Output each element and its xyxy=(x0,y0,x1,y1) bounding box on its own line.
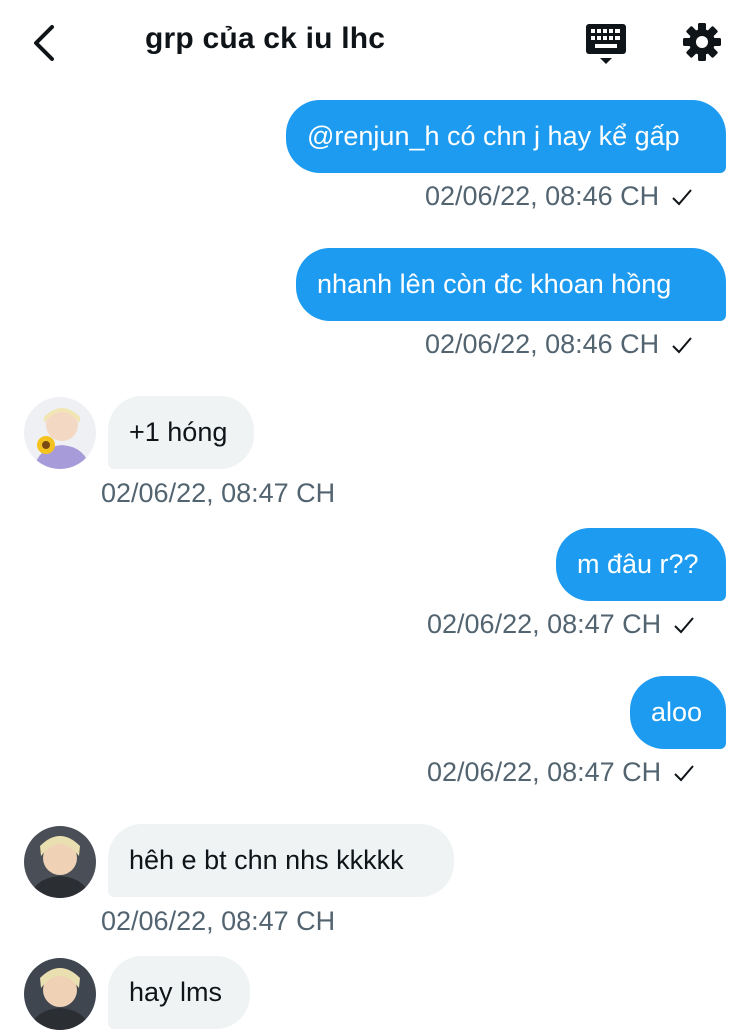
message-meta: 02/06/22, 08:46 CH xyxy=(425,329,693,360)
sender-avatar[interactable] xyxy=(24,958,96,1030)
dm-conversation-screen: grp của ck iu lhc @renjun_h có chn j hay… xyxy=(0,0,750,1033)
sent-check-icon xyxy=(674,616,694,633)
message-timestamp: 02/06/22, 08:47 CH xyxy=(101,906,336,936)
conversation-header: grp của ck iu lhc xyxy=(0,0,750,86)
keyboard-icon xyxy=(586,24,626,64)
keyboard-button[interactable] xyxy=(582,20,630,68)
message-text: nhanh lên còn đc khoan hồng xyxy=(317,269,672,299)
back-button[interactable] xyxy=(22,18,66,68)
message-bubble-outgoing[interactable]: aloo xyxy=(630,676,726,749)
back-arrow-icon xyxy=(34,25,54,61)
message-meta: 02/06/22, 08:47 CH xyxy=(101,906,335,937)
message-bubble-outgoing[interactable]: nhanh lên còn đc khoan hồng xyxy=(296,248,726,321)
message-meta: 02/06/22, 08:47 CH xyxy=(101,478,335,509)
message-bubble-outgoing[interactable]: m đâu r?? xyxy=(556,528,726,601)
message-meta: 02/06/22, 08:47 CH xyxy=(427,609,695,640)
message-timestamp: 02/06/22, 08:47 CH xyxy=(427,609,662,639)
message-text: +1 hóng xyxy=(129,417,228,447)
sent-check-icon xyxy=(674,764,694,781)
avatar-photo xyxy=(24,958,96,1030)
message-text: @renjun_h có chn j hay kể gấp xyxy=(307,121,680,151)
sent-check-icon xyxy=(672,336,692,353)
avatar-photo xyxy=(24,397,96,469)
sender-avatar[interactable] xyxy=(24,397,96,469)
message-meta: 02/06/22, 08:47 CH xyxy=(427,757,695,788)
message-text: m đâu r?? xyxy=(577,549,699,579)
settings-button[interactable] xyxy=(678,18,726,66)
sent-check-icon xyxy=(672,188,692,205)
message-text: hêh e bt chn nhs kkkkk xyxy=(129,845,404,875)
message-timestamp: 02/06/22, 08:46 CH xyxy=(425,329,660,359)
message-meta: 02/06/22, 08:46 CH xyxy=(425,181,693,212)
message-timestamp: 02/06/22, 08:47 CH xyxy=(101,478,336,508)
gear-icon xyxy=(683,23,721,61)
conversation-title: grp của ck iu lhc xyxy=(145,22,386,55)
message-bubble-incoming[interactable]: hêh e bt chn nhs kkkkk xyxy=(108,824,454,897)
message-text: aloo xyxy=(651,697,703,727)
message-bubble-outgoing[interactable]: @renjun_h có chn j hay kể gấp xyxy=(286,100,726,173)
avatar-photo xyxy=(24,826,96,898)
message-timestamp: 02/06/22, 08:46 CH xyxy=(425,181,660,211)
message-text: hay lms xyxy=(129,977,223,1007)
message-bubble-incoming[interactable]: hay lms xyxy=(108,956,250,1029)
message-timestamp: 02/06/22, 08:47 CH xyxy=(427,757,662,787)
message-bubble-incoming[interactable]: +1 hóng xyxy=(108,396,254,469)
sender-avatar[interactable] xyxy=(24,826,96,898)
